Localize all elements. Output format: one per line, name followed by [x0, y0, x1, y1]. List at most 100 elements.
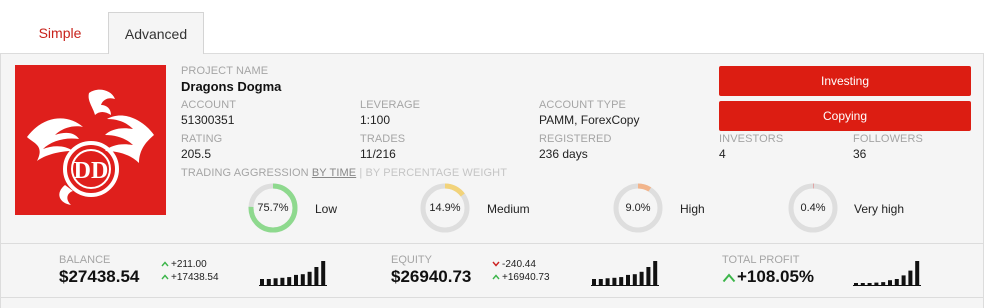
equity-spark-bar [639, 271, 644, 285]
total-profit-value-text: +108.05% [737, 267, 815, 286]
equity-change-2-value: +16940.73 [502, 272, 550, 283]
profit-spark-bar [888, 280, 892, 285]
equity-change-1: -240.44 [492, 259, 536, 271]
profit-spark-bar [860, 283, 865, 285]
svg-text:DD: DD [74, 158, 109, 184]
total-profit-sparkline [853, 261, 921, 286]
balance-spark-bar [287, 277, 292, 285]
balance-spark-bar [273, 278, 278, 285]
balance-sparkline [259, 261, 327, 286]
equity-value: $26940.73 [391, 267, 472, 286]
arrow-up-icon [161, 274, 169, 280]
arrow-up-icon [492, 274, 500, 280]
equity-change-2: +16940.73 [492, 272, 550, 284]
equity-spark-bar [592, 279, 596, 285]
total-profit-label: TOTAL PROFIT [722, 254, 800, 266]
divider [1, 243, 983, 244]
donut-percent: 9.0% [625, 202, 651, 214]
registered-value: 236 days [539, 147, 588, 161]
arrow-down-icon [492, 261, 500, 267]
balance-spark-bar [314, 267, 319, 285]
equity-spark-bar [605, 278, 610, 285]
profit-spark-bar [901, 275, 906, 285]
profit-spark-bar [915, 261, 920, 285]
aggression-donut-high: 9.0% [613, 183, 663, 233]
investors-field: INVESTORS 4 [719, 133, 783, 162]
followers-value: 36 [853, 147, 867, 161]
balance-change-2: +17438.54 [161, 272, 219, 284]
profit-spark-bar [908, 270, 913, 285]
equity-spark-bar [646, 267, 651, 285]
balance-spark-bar [321, 261, 326, 285]
equity-spark-bar [653, 261, 658, 285]
account-value: 51300351 [181, 113, 235, 127]
profit-spark-bar [881, 282, 886, 285]
trades-label: TRADES [360, 133, 406, 145]
copying-button[interactable]: Copying [719, 101, 971, 131]
equity-spark-bar [612, 277, 617, 285]
balance-change-1: +211.00 [161, 259, 207, 271]
aggression-label-high: High [680, 202, 705, 216]
trading-aggression-header: TRADING AGGRESSION BY TIME | BY PERCENTA… [181, 167, 507, 179]
by-time-link[interactable]: BY TIME [312, 167, 356, 179]
followers-label: FOLLOWERS [853, 133, 923, 145]
arrow-up-icon [161, 261, 169, 267]
donut-percent: 75.7% [257, 202, 289, 214]
profit-spark-bar [874, 282, 879, 285]
profit-spark-bar [854, 283, 858, 285]
balance-spark-bar [260, 279, 264, 285]
equity-spark-bar [598, 279, 603, 285]
balance-spark-bar [307, 271, 312, 285]
project-name-value: Dragons Dogma [181, 79, 282, 94]
investing-button[interactable]: Investing [719, 66, 971, 96]
tab-advanced[interactable]: Advanced [108, 12, 204, 55]
equity-spark-bar [619, 277, 624, 285]
rating-value: 205.5 [181, 147, 212, 161]
trades-value: 11/216 [360, 147, 396, 161]
tab-simple[interactable]: Simple [12, 12, 108, 54]
project-name-label: PROJECT NAME [181, 65, 269, 77]
balance-spark-bar [280, 277, 285, 285]
leverage-field: LEVERAGE 1:100 [360, 99, 420, 128]
aggression-label-low: Low [315, 202, 338, 216]
account-type-value: PAMM, ForexCopy [539, 113, 640, 127]
trades-field: TRADES 11/216 [360, 133, 405, 162]
aggression-donut-low: 75.7% [248, 183, 298, 233]
investors-value: 4 [719, 147, 726, 161]
balance-spark-bar [294, 274, 298, 285]
by-percentage-weight-link[interactable]: BY PERCENTAGE WEIGHT [365, 167, 507, 179]
balance-spark-bar [300, 274, 305, 285]
rating-label: RATING [181, 133, 223, 145]
registered-field: REGISTERED 236 days [539, 133, 612, 162]
donut-percent: 14.9% [429, 202, 461, 214]
equity-change-1-value: -240.44 [502, 259, 536, 270]
account-type-field: ACCOUNT TYPE PAMM, ForexCopy [539, 99, 639, 128]
equity-sparkline [591, 261, 659, 286]
account-field: ACCOUNT 51300351 [181, 99, 236, 128]
rating-field: RATING 205.5 [181, 133, 222, 162]
registered-label: REGISTERED [539, 133, 612, 145]
advanced-panel: DD PROJECT NAME Dragons Dogma ACCOUNT 51… [0, 54, 984, 308]
dragon-logo-icon: DD [15, 65, 166, 215]
profit-spark-bar [867, 283, 872, 285]
followers-field: FOLLOWERS 36 [853, 133, 923, 162]
profit-spark-bar [894, 279, 899, 285]
aggression-label-very-high: Very high [854, 202, 905, 216]
balance-change-2-value: +17438.54 [171, 272, 219, 283]
equity-spark-bar [626, 274, 630, 285]
balance-change-1-value: +211.00 [171, 259, 207, 270]
tab-bar: Simple Advanced [0, 0, 984, 55]
divider [1, 297, 983, 298]
trading-aggression-label: TRADING AGGRESSION [181, 167, 309, 179]
equity-spark-bar [632, 274, 637, 285]
aggression-label-medium: Medium [487, 202, 530, 216]
balance-value: $27438.54 [59, 267, 140, 286]
leverage-value: 1:100 [360, 113, 391, 127]
account-label: ACCOUNT [181, 99, 237, 111]
donut-percent: 0.4% [800, 202, 826, 214]
aggression-divider: | [359, 167, 363, 179]
balance-label: BALANCE [59, 254, 111, 266]
account-type-label: ACCOUNT TYPE [539, 99, 626, 111]
project-name-field: PROJECT NAME Dragons Dogma [181, 65, 281, 94]
aggression-donut-medium: 14.9% [420, 183, 470, 233]
